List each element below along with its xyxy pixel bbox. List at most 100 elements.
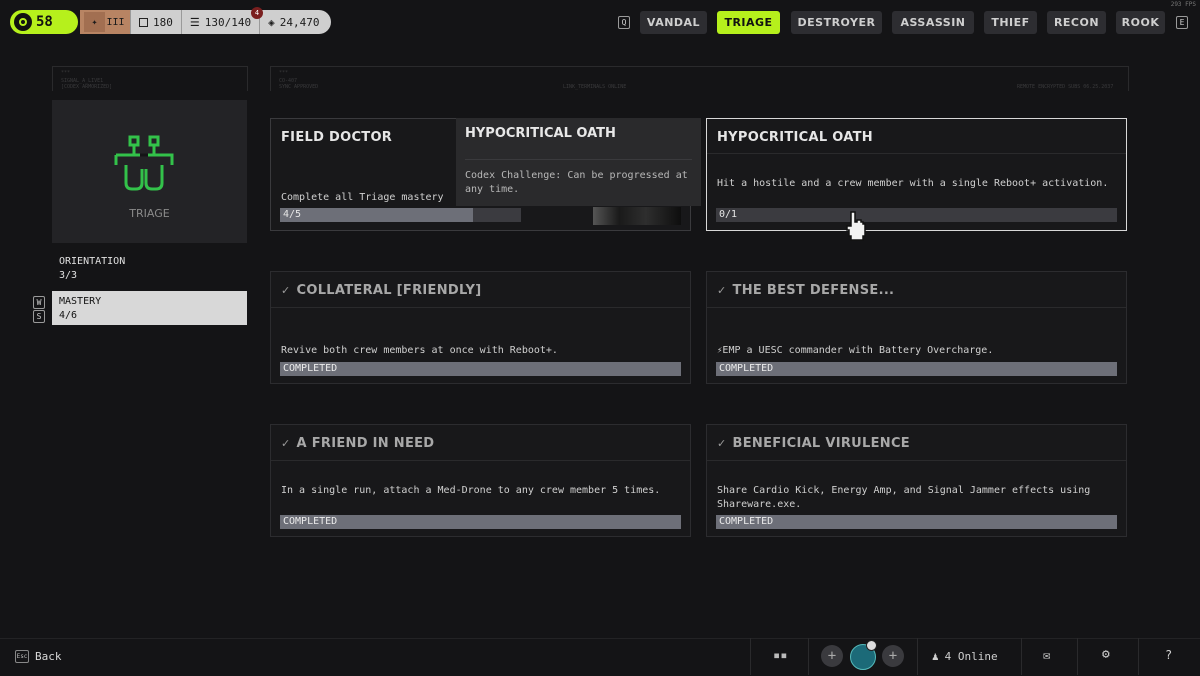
rank-segment: ✦ III [80,10,131,34]
tab-thief[interactable]: THIEF [984,11,1037,34]
add-party-button[interactable]: + [882,645,904,667]
header-box-main: *** CO-407 SYNC APPROVED LINK_TERMINALS … [270,66,1129,91]
gear-icon[interactable]: ⚙ [1102,647,1110,662]
triage-class-icon [114,135,174,191]
completed-bar: COMPLETED [280,362,681,376]
online-friends[interactable]: ♟ 4 Online [932,650,998,663]
bottom-bar [0,638,1200,676]
stat-segment: 180 [131,10,182,34]
header-box-text: [CODEX ARMORIZED] [61,84,113,90]
tooltip-title: HYPOCRITICAL OATH [465,126,616,141]
tab-rook[interactable]: ROOK [1116,11,1165,34]
challenge-title-row: ✓ THE BEST DEFENSE... [717,283,894,298]
challenge-title: COLLATERAL [FRIENDLY] [296,283,482,298]
add-party-button[interactable]: + [821,645,843,667]
nav-item-orientation[interactable]: ORIENTATION 3/3 [59,255,125,283]
nav-item-label: MASTERY [59,296,102,307]
progress-fill [280,208,473,222]
header-box-text: REMOTE ENCRYPTED SUBS 06.25.2037 [1017,84,1114,90]
challenge-desc: EMP a UESC commander with Battery Overch… [722,345,994,356]
nav-item-label: ORIENTATION [59,256,126,267]
challenge-thumbnail [593,207,681,225]
stat-value: 180 [153,15,173,29]
challenge-card-best-defense[interactable]: ✓ THE BEST DEFENSE... ⚡EMP a UESC command… [706,271,1127,384]
chat-icon[interactable]: ▪▪ [773,648,787,662]
challenge-title: FIELD DOCTOR [281,130,393,145]
header-box-text: LINK_TERMINALS ONLINE [563,84,627,90]
tab-assassin[interactable]: ASSASSIN [892,11,974,34]
tab-vandal[interactable]: VANDAL [640,11,707,34]
card-divider [271,460,690,461]
key-hint-w: W [33,296,45,309]
check-icon: ✓ [281,284,291,297]
challenge-title: A FRIEND IN NEED [296,436,435,451]
progress-text: 4/5 [283,209,302,220]
card-divider [707,460,1126,461]
rank-emblem-icon: ✦ [84,12,105,32]
level-icon [14,13,32,31]
capacity-segment: ☰ 130/140 [181,10,261,34]
capacity-value: 130/140 [204,15,252,29]
level-indicator: 58 [10,10,78,34]
bottom-divider [808,638,809,675]
capacity-alert-badge: 4 [251,7,263,19]
challenge-desc: Hit a hostile and a crew member with a s… [717,178,1109,189]
check-icon: ✓ [717,284,727,297]
currency-segment: ◈ 24,470 [260,10,332,34]
card-divider [707,307,1126,308]
challenge-title: HYPOCRITICAL OATH [717,130,873,145]
challenge-title: BENEFICIAL VIRULENCE [732,436,910,451]
progress-bar: 4/5 [280,208,521,222]
challenge-tooltip: HYPOCRITICAL OATH Codex Challenge: Can b… [456,118,701,206]
key-hint-e: E [1176,16,1188,29]
challenge-desc: Share Cardio Kick, Energy Amp, and Signa… [717,485,1091,510]
online-count: 4 Online [944,650,998,663]
completed-bar: COMPLETED [716,362,1117,376]
back-button[interactable]: Back [35,650,62,663]
challenge-desc: Revive both crew members at once with Re… [281,345,558,356]
challenge-card-collateral[interactable]: ✓ COLLATERAL [FRIENDLY] Revive both crew … [270,271,691,384]
class-label: TRIAGE [129,207,170,220]
check-icon: ✓ [281,437,291,450]
hand-cursor-icon [846,211,866,241]
challenge-card-hypocritical-oath[interactable]: HYPOCRITICAL OATH Hit a hostile and a cr… [706,118,1127,231]
completed-bar: COMPLETED [716,515,1117,529]
bottom-divider [1077,638,1078,675]
nav-item-value: 3/3 [59,270,78,281]
friends-icon: ♟ [932,650,939,663]
challenge-card-friend-in-need[interactable]: ✓ A FRIEND IN NEED In a single run, attac… [270,424,691,537]
progress-text: 0/1 [719,209,738,220]
class-icon-card [52,100,247,243]
bottom-divider [1021,638,1022,675]
header-box-left: *** SIGNAL_A_LIVE1 [CODEX ARMORIZED] [52,66,248,91]
resource-bar: ✦ III 180 ☰ 130/140 ◈ 24,470 [80,10,332,34]
header-box-text: SYNC APPROVED [279,84,319,90]
header-box-text: *** [61,70,71,76]
progress-bar: 0/1 [716,208,1117,222]
challenge-card-beneficial-virulence[interactable]: ✓ BENEFICIAL VIRULENCE Share Cardio Kick,… [706,424,1127,537]
completed-bar: COMPLETED [280,515,681,529]
challenge-title-row: ✓ A FRIEND IN NEED [281,436,434,451]
bottom-divider [750,638,751,675]
level-value: 58 [36,14,53,30]
esc-key-hint: Esc [15,650,29,663]
challenge-title: THE BEST DEFENSE... [732,283,895,298]
rank-numeral: III [106,16,125,28]
key-hint-s: S [33,310,45,323]
key-hint-q: Q [618,16,630,29]
challenge-title-row: ✓ COLLATERAL [FRIENDLY] [281,283,482,298]
nav-item-mastery[interactable]: MASTERY 4/6 [52,291,247,325]
help-icon[interactable]: ? [1165,648,1172,662]
currency-icon: ◈ [268,15,275,29]
tab-triage[interactable]: TRIAGE [717,11,780,34]
mail-icon[interactable]: ✉ [1043,648,1050,662]
bottom-divider [1138,638,1139,675]
check-icon: ✓ [717,437,727,450]
fps-counter: 293 FPS [1170,1,1196,8]
mic-icon [866,640,877,651]
card-divider [271,307,690,308]
stack-icon: ☰ [189,15,200,29]
tab-destroyer[interactable]: DESTROYER [791,11,882,34]
header-box-text: *** [279,70,289,76]
tab-recon[interactable]: RECON [1047,11,1106,34]
